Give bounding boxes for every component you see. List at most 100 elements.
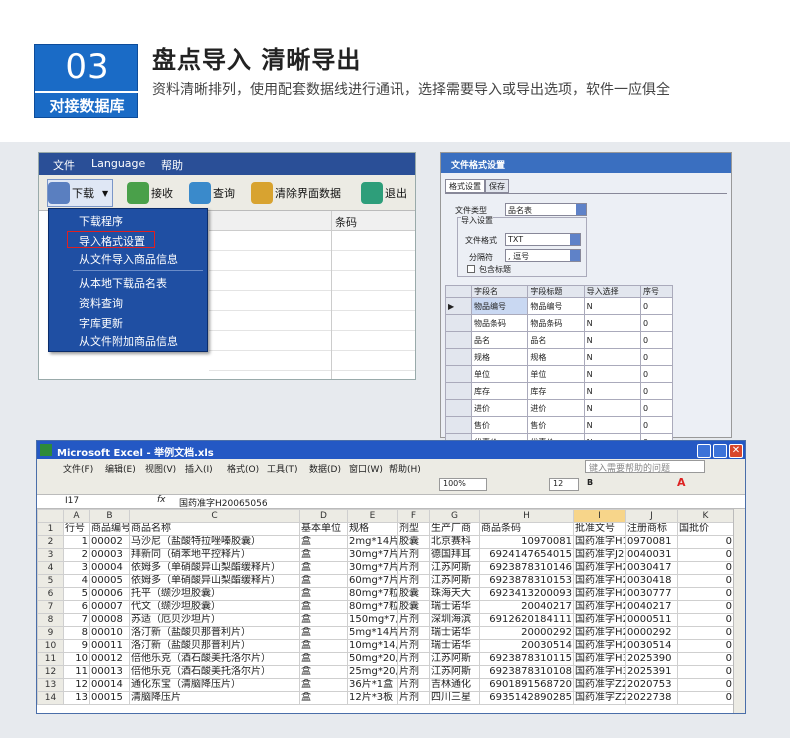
cell[interactable]: 11 xyxy=(63,665,90,679)
cell[interactable]: 盒 xyxy=(299,561,348,575)
cell[interactable]: 吉林通化 xyxy=(429,678,480,692)
row-header[interactable]: 6 xyxy=(37,587,64,601)
table-row[interactable]: 规格 规格 N 0 xyxy=(445,348,674,366)
font-size-select[interactable]: 12 xyxy=(549,478,579,491)
cell[interactable]: 0040031 xyxy=(625,548,678,562)
cell[interactable]: 00014 xyxy=(89,678,130,692)
table-row[interactable]: ▶ 物品编号 物品编号 N 0 xyxy=(445,297,674,315)
cell[interactable]: 00004 xyxy=(89,561,130,575)
table-row[interactable]: 单位 单位 N 0 xyxy=(445,365,674,383)
row-header[interactable]: 4 xyxy=(37,561,64,575)
cell[interactable]: 00015 xyxy=(89,691,130,705)
menu-item-download-program[interactable]: 下载程序 xyxy=(79,213,123,229)
cell[interactable]: 00002 xyxy=(89,535,130,549)
format-select[interactable]: TXT xyxy=(505,233,581,246)
row-header[interactable]: 8 xyxy=(37,613,64,627)
cell[interactable]: 60mg*7片 xyxy=(347,574,398,588)
column-header[interactable]: G xyxy=(429,509,480,523)
cell[interactable]: 瑞士诺华 xyxy=(429,626,480,640)
receive-button[interactable]: 接收 xyxy=(127,179,173,207)
column-header[interactable]: D xyxy=(299,509,348,523)
cell[interactable]: 2020753 xyxy=(625,678,678,692)
cell[interactable]: 12片*3板 xyxy=(347,691,398,705)
cell[interactable]: 盒 xyxy=(299,548,348,562)
cell[interactable]: 胶囊 xyxy=(397,535,430,549)
font-color-icon[interactable]: A xyxy=(677,476,686,489)
cell[interactable]: 托平（缬沙坦胶囊） xyxy=(129,587,300,601)
import-select-cell[interactable]: N xyxy=(583,399,641,417)
cell[interactable]: 0970081 xyxy=(625,535,678,549)
menu-item-font-update[interactable]: 字库更新 xyxy=(79,315,123,331)
column-header[interactable]: K xyxy=(677,509,734,523)
cell[interactable]: 3 xyxy=(63,561,90,575)
table-row[interactable]: 物品条码 物品条码 N 0 xyxy=(445,314,674,332)
cell[interactable]: 国药准字H2 xyxy=(573,639,626,653)
import-select-cell[interactable]: N xyxy=(583,314,641,332)
cell[interactable]: 盒 xyxy=(299,587,348,601)
menu-file[interactable]: 文件 xyxy=(53,157,75,173)
file-type-select[interactable]: 品名表 xyxy=(505,203,587,216)
cell[interactable]: 7 xyxy=(63,613,90,627)
column-header[interactable]: I xyxy=(573,509,626,523)
row-header[interactable]: 2 xyxy=(37,535,64,549)
row-header[interactable]: 7 xyxy=(37,600,64,614)
table-row[interactable]: 进价 进价 N 0 xyxy=(445,399,674,417)
cell[interactable]: 片剂 xyxy=(397,678,430,692)
cell[interactable]: 注册商标 xyxy=(625,522,678,536)
menu-view[interactable]: 视图(V) xyxy=(145,462,176,475)
cell[interactable]: 四川三星 xyxy=(429,691,480,705)
cell[interactable]: 片剂 xyxy=(397,639,430,653)
cell[interactable]: 通化东宝（清脑降压片） xyxy=(129,678,300,692)
import-select-cell[interactable]: N xyxy=(583,297,641,315)
cell[interactable]: 0 xyxy=(677,600,734,614)
cell[interactable]: 0 xyxy=(677,691,734,705)
row-header[interactable]: 11 xyxy=(37,652,64,666)
cell[interactable]: 12 xyxy=(63,678,90,692)
cell[interactable]: 洛汀新（盐酸贝那普利片） xyxy=(129,639,300,653)
cell[interactable]: 00005 xyxy=(89,574,130,588)
cell[interactable]: 00006 xyxy=(89,587,130,601)
include-header-checkbox[interactable] xyxy=(467,265,475,273)
cell[interactable]: 国药准字H2 xyxy=(573,600,626,614)
row-header[interactable]: 13 xyxy=(37,678,64,692)
cell[interactable]: 0 xyxy=(677,678,734,692)
menu-edit[interactable]: 编辑(E) xyxy=(105,462,136,475)
cell[interactable]: 盒 xyxy=(299,678,348,692)
menu-item-append-file[interactable]: 从文件附加商品信息 xyxy=(79,333,178,349)
close-button[interactable]: ✕ xyxy=(729,444,743,458)
cell[interactable]: 0 xyxy=(677,561,734,575)
cell[interactable]: 0 xyxy=(677,639,734,653)
cell[interactable]: 20040217 xyxy=(479,600,574,614)
cell[interactable]: 20030514 xyxy=(479,639,574,653)
cell[interactable]: 珠海天大 xyxy=(429,587,480,601)
cell[interactable]: 代文（缬沙坦胶囊） xyxy=(129,600,300,614)
import-select-cell[interactable]: N xyxy=(583,416,641,434)
import-select-cell[interactable]: N xyxy=(583,365,641,383)
cell[interactable]: 江苏阿斯 xyxy=(429,574,480,588)
table-row[interactable]: 品名 品名 N 0 xyxy=(445,331,674,349)
cell[interactable]: 清脑降压片 xyxy=(129,691,300,705)
cell[interactable]: 倍他乐克（酒石酸美托洛尔片） xyxy=(129,665,300,679)
cell[interactable]: 6923878310153 xyxy=(479,574,574,588)
cell[interactable]: 马沙尼（盐酸特拉唑嗪胶囊） xyxy=(129,535,300,549)
cell[interactable]: 国药准字H2 xyxy=(573,574,626,588)
cell[interactable]: 0000292 xyxy=(625,626,678,640)
cell[interactable]: 0 xyxy=(677,574,734,588)
cell[interactable]: 1 xyxy=(63,535,90,549)
cell[interactable]: 商品编号 xyxy=(89,522,130,536)
cell[interactable]: 00013 xyxy=(89,665,130,679)
cell[interactable]: 2022738 xyxy=(625,691,678,705)
cell[interactable]: 30mg*7片 xyxy=(347,561,398,575)
column-header[interactable]: B xyxy=(89,509,130,523)
cell[interactable]: 00012 xyxy=(89,652,130,666)
cell[interactable]: 苏适（厄贝沙坦片） xyxy=(129,613,300,627)
cell[interactable]: 国药准字Z2 xyxy=(573,678,626,692)
menu-help[interactable]: 帮助 xyxy=(161,157,183,173)
menu-help[interactable]: 帮助(H) xyxy=(389,462,421,475)
cell[interactable]: 国药准字Z2 xyxy=(573,691,626,705)
cell[interactable]: 0 xyxy=(677,587,734,601)
cell[interactable]: 国药准字H1 xyxy=(573,535,626,549)
formula-input[interactable]: 国药准字H20065056 xyxy=(179,496,268,509)
cell[interactable]: 盒 xyxy=(299,600,348,614)
menu-item-data-query[interactable]: 资料查询 xyxy=(79,295,123,311)
